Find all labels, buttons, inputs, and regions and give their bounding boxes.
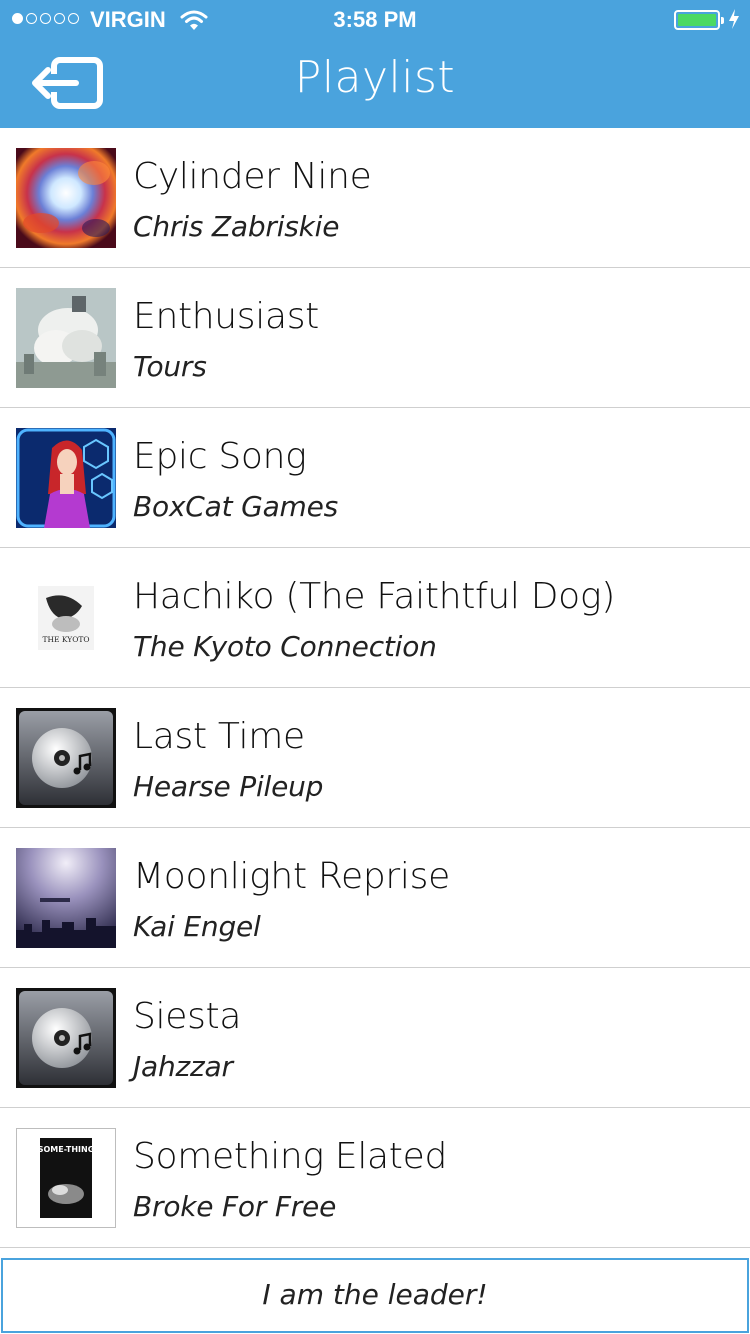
battery-icon (674, 10, 724, 30)
song-title: Epic Song (133, 436, 307, 477)
playlist-row[interactable]: Epic Song BoxCat Games (0, 408, 750, 548)
playlist-row[interactable]: Siesta Jahzzar (0, 968, 750, 1108)
song-title: Last Time (133, 716, 305, 757)
playlist-row[interactable]: Moonlight Reprise Kai Engel (0, 828, 750, 968)
song-title: Moonlight Reprise (133, 856, 450, 897)
kyoto-album-art: THE KYOTO (16, 568, 116, 668)
battery-terminal (721, 17, 724, 24)
playlist-row[interactable]: Cylinder Nine Chris Zabriskie (0, 128, 750, 268)
music-disc-placeholder-icon (16, 988, 116, 1088)
cloud-city-art (16, 288, 116, 388)
song-artist: Chris Zabriskie (133, 210, 340, 243)
bolt-icon (728, 8, 740, 36)
cosmic-nebula-art (16, 148, 116, 248)
song-artist: The Kyoto Connection (133, 630, 437, 663)
art-caption: THE KYOTO (42, 635, 89, 644)
song-artist: Broke For Free (133, 1190, 337, 1223)
anime-girl-art (16, 428, 116, 528)
song-title: Enthusiast (133, 296, 320, 337)
song-title: Something Elated (133, 1136, 448, 1177)
playlist: Cylinder Nine Chris Zabriskie Enthusiast… (0, 128, 750, 1248)
leader-button[interactable]: I am the leader! (1, 1258, 749, 1333)
song-title: Cylinder Nine (133, 156, 372, 197)
song-title: Hachiko (The Faithtful Dog) (133, 576, 615, 617)
song-artist: Tours (133, 350, 207, 383)
status-bar: VIRGIN 3:58 PM (0, 0, 750, 40)
header: VIRGIN 3:58 PM Playlist (0, 0, 750, 128)
playlist-row[interactable]: SOME-THING Something Elated Broke For Fr… (0, 1108, 750, 1248)
playlist-row[interactable]: THE KYOTO Hachiko (The Faithtful Dog) Th… (0, 548, 750, 688)
song-title: Siesta (133, 996, 242, 1037)
song-artist: BoxCat Games (133, 490, 339, 523)
battery-level (678, 14, 716, 26)
playlist-row[interactable]: Last Time Hearse Pileup (0, 688, 750, 828)
page-title: Playlist (294, 52, 456, 103)
playlist-row[interactable]: Enthusiast Tours (0, 268, 750, 408)
art-caption: SOME-THING (38, 1145, 95, 1154)
status-time: 3:58 PM (333, 7, 417, 32)
song-artist: Hearse Pileup (133, 770, 324, 803)
music-disc-placeholder-icon (16, 708, 116, 808)
night-skyline-art (16, 848, 116, 948)
navigation-bar: Playlist (0, 40, 750, 128)
song-artist: Kai Engel (133, 910, 261, 943)
song-artist: Jahzzar (133, 1050, 233, 1083)
something-album-art: SOME-THING (16, 1128, 116, 1228)
